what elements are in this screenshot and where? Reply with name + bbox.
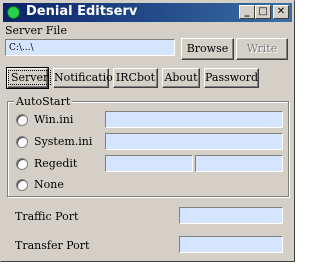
browse-button[interactable]: Browse: [181, 38, 234, 60]
system-ini-field[interactable]: [105, 133, 283, 150]
tab-about[interactable]: About: [162, 68, 200, 88]
regedit-key-field[interactable]: [105, 155, 193, 172]
autostart-title: AutoStart: [14, 95, 73, 108]
radio-none[interactable]: [16, 179, 28, 191]
radio-system-ini-label: System.ini: [34, 135, 93, 148]
write-button[interactable]: Write: [236, 38, 288, 60]
radio-win-ini[interactable]: [16, 114, 28, 126]
radio-win-ini-label: Win.ini: [34, 113, 74, 126]
tab-ircbot[interactable]: IRCbot: [113, 68, 158, 88]
radio-system-ini[interactable]: [16, 136, 28, 148]
regedit-value-field[interactable]: [195, 155, 283, 172]
app-icon: [7, 6, 20, 19]
server-file-input[interactable]: C:\...\: [5, 39, 175, 56]
minimize-button[interactable]: _: [239, 5, 255, 19]
transfer-port-input[interactable]: [179, 236, 283, 253]
radio-regedit[interactable]: [16, 158, 28, 170]
close-button[interactable]: ✕: [273, 5, 289, 19]
radio-none-label: None: [34, 178, 64, 191]
traffic-port-input[interactable]: [179, 207, 283, 224]
tab-password[interactable]: Password: [204, 68, 259, 88]
win-ini-field[interactable]: [105, 111, 283, 128]
tab-notification[interactable]: Notification: [53, 68, 120, 88]
server-file-label: Server File: [5, 24, 67, 37]
maximize-button[interactable]: □: [255, 5, 271, 19]
traffic-port-label: Traffic Port: [15, 210, 79, 223]
title-bar[interactable]: Denial Editserv _ □ ✕: [3, 3, 292, 22]
radio-regedit-label: Regedit: [34, 157, 78, 170]
window-title: Denial Editserv: [26, 4, 138, 19]
tab-server[interactable]: Server: [6, 67, 52, 89]
transfer-port-label: Transfer Port: [15, 239, 90, 252]
main-window: Denial Editserv _ □ ✕ Server File C:\...…: [0, 0, 295, 262]
